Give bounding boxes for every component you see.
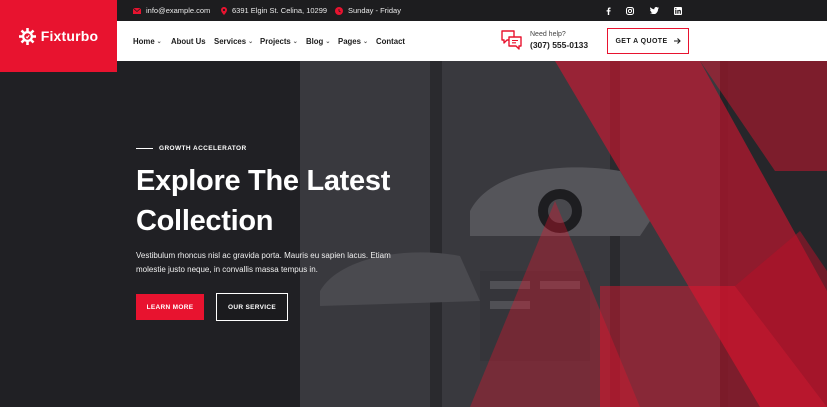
chat-bubbles-icon xyxy=(501,30,522,50)
facebook-icon[interactable] xyxy=(601,0,615,21)
hours-text: Sunday - Friday xyxy=(348,6,401,15)
main-navigation: Home ⌄ About Us Services ⌄ Projects ⌄ Bl… xyxy=(117,21,827,61)
instagram-icon[interactable] xyxy=(623,0,637,21)
learn-more-label: LEARN MORE xyxy=(146,303,194,311)
email-contact[interactable]: info@example.com xyxy=(133,0,210,21)
nav-item-services[interactable]: Services ⌄ xyxy=(214,21,253,61)
learn-more-button[interactable]: LEARN MORE xyxy=(136,294,204,320)
location-pin-icon xyxy=(221,6,227,15)
nav-label: Services xyxy=(214,36,247,46)
nav-item-home[interactable]: Home ⌄ xyxy=(133,21,162,61)
arrow-right-icon xyxy=(673,38,681,44)
nav-label: About Us xyxy=(171,36,206,46)
nav-item-blog[interactable]: Blog ⌄ xyxy=(306,21,330,61)
gear-logo-icon xyxy=(18,27,36,45)
hero-description-line-2: molestie justo neque, in convallis massa… xyxy=(136,264,318,274)
nav-item-pages[interactable]: Pages ⌄ xyxy=(338,21,368,61)
clock-icon xyxy=(335,6,343,15)
nav-item-projects[interactable]: Projects ⌄ xyxy=(260,21,298,61)
eyebrow-divider xyxy=(136,148,153,149)
help-label: Need help? xyxy=(530,30,566,38)
mail-icon xyxy=(133,7,141,14)
hero-description: Vestibulum rhoncus nisl ac gravida porta… xyxy=(136,249,396,276)
our-service-button[interactable]: OUR SERVICE xyxy=(216,293,288,321)
address-contact: 6391 Elgin St. Celina, 10299 xyxy=(221,0,327,21)
hero-section: GROWTH ACCELERATOR Explore The Latest Co… xyxy=(0,61,827,407)
nav-label: Home xyxy=(133,36,155,46)
nav-label: Contact xyxy=(376,36,406,46)
chevron-down-icon: ⌄ xyxy=(325,38,331,45)
brand-name: Fixturbo xyxy=(40,28,99,44)
chevron-down-icon: ⌄ xyxy=(156,38,162,45)
get-a-quote-button[interactable]: GET A QUOTE xyxy=(607,28,689,54)
hero-eyebrow: GROWTH ACCELERATOR xyxy=(136,145,247,152)
hero-title-line-1: Explore The Latest xyxy=(136,165,391,197)
brand-logo[interactable]: Fixturbo xyxy=(0,0,117,72)
linkedin-icon[interactable] xyxy=(671,0,685,21)
nav-label: Pages xyxy=(338,36,361,46)
top-bar: info@example.com 6391 Elgin St. Celina, … xyxy=(0,0,827,21)
chevron-down-icon: ⌄ xyxy=(362,38,369,45)
help-contact[interactable]: Need help? (307) 555-0133 xyxy=(500,29,588,51)
chevron-down-icon: ⌄ xyxy=(248,38,254,45)
nav-item-about-us[interactable]: About Us xyxy=(171,21,206,61)
chevron-down-icon: ⌄ xyxy=(292,38,298,45)
nav-item-contact[interactable]: Contact xyxy=(376,21,405,61)
twitter-icon[interactable] xyxy=(647,0,661,21)
hero-description-line-1: Vestibulum rhoncus nisl ac gravida porta… xyxy=(136,251,391,260)
our-service-label: OUR SERVICE xyxy=(228,303,276,311)
nav-label: Projects xyxy=(260,36,291,46)
email-text: info@example.com xyxy=(146,6,211,15)
hero-title-line-2: Collection xyxy=(136,205,274,237)
nav-label: Blog xyxy=(306,36,324,46)
quote-button-label: GET A QUOTE xyxy=(615,37,668,45)
hours-contact: Sunday - Friday xyxy=(335,0,401,21)
help-phone[interactable]: (307) 555-0133 xyxy=(530,40,588,50)
hero-title: Explore The Latest Collection xyxy=(136,161,436,241)
address-text: 6391 Elgin St. Celina, 10299 xyxy=(232,6,328,15)
eyebrow-text: GROWTH ACCELERATOR xyxy=(159,145,247,152)
